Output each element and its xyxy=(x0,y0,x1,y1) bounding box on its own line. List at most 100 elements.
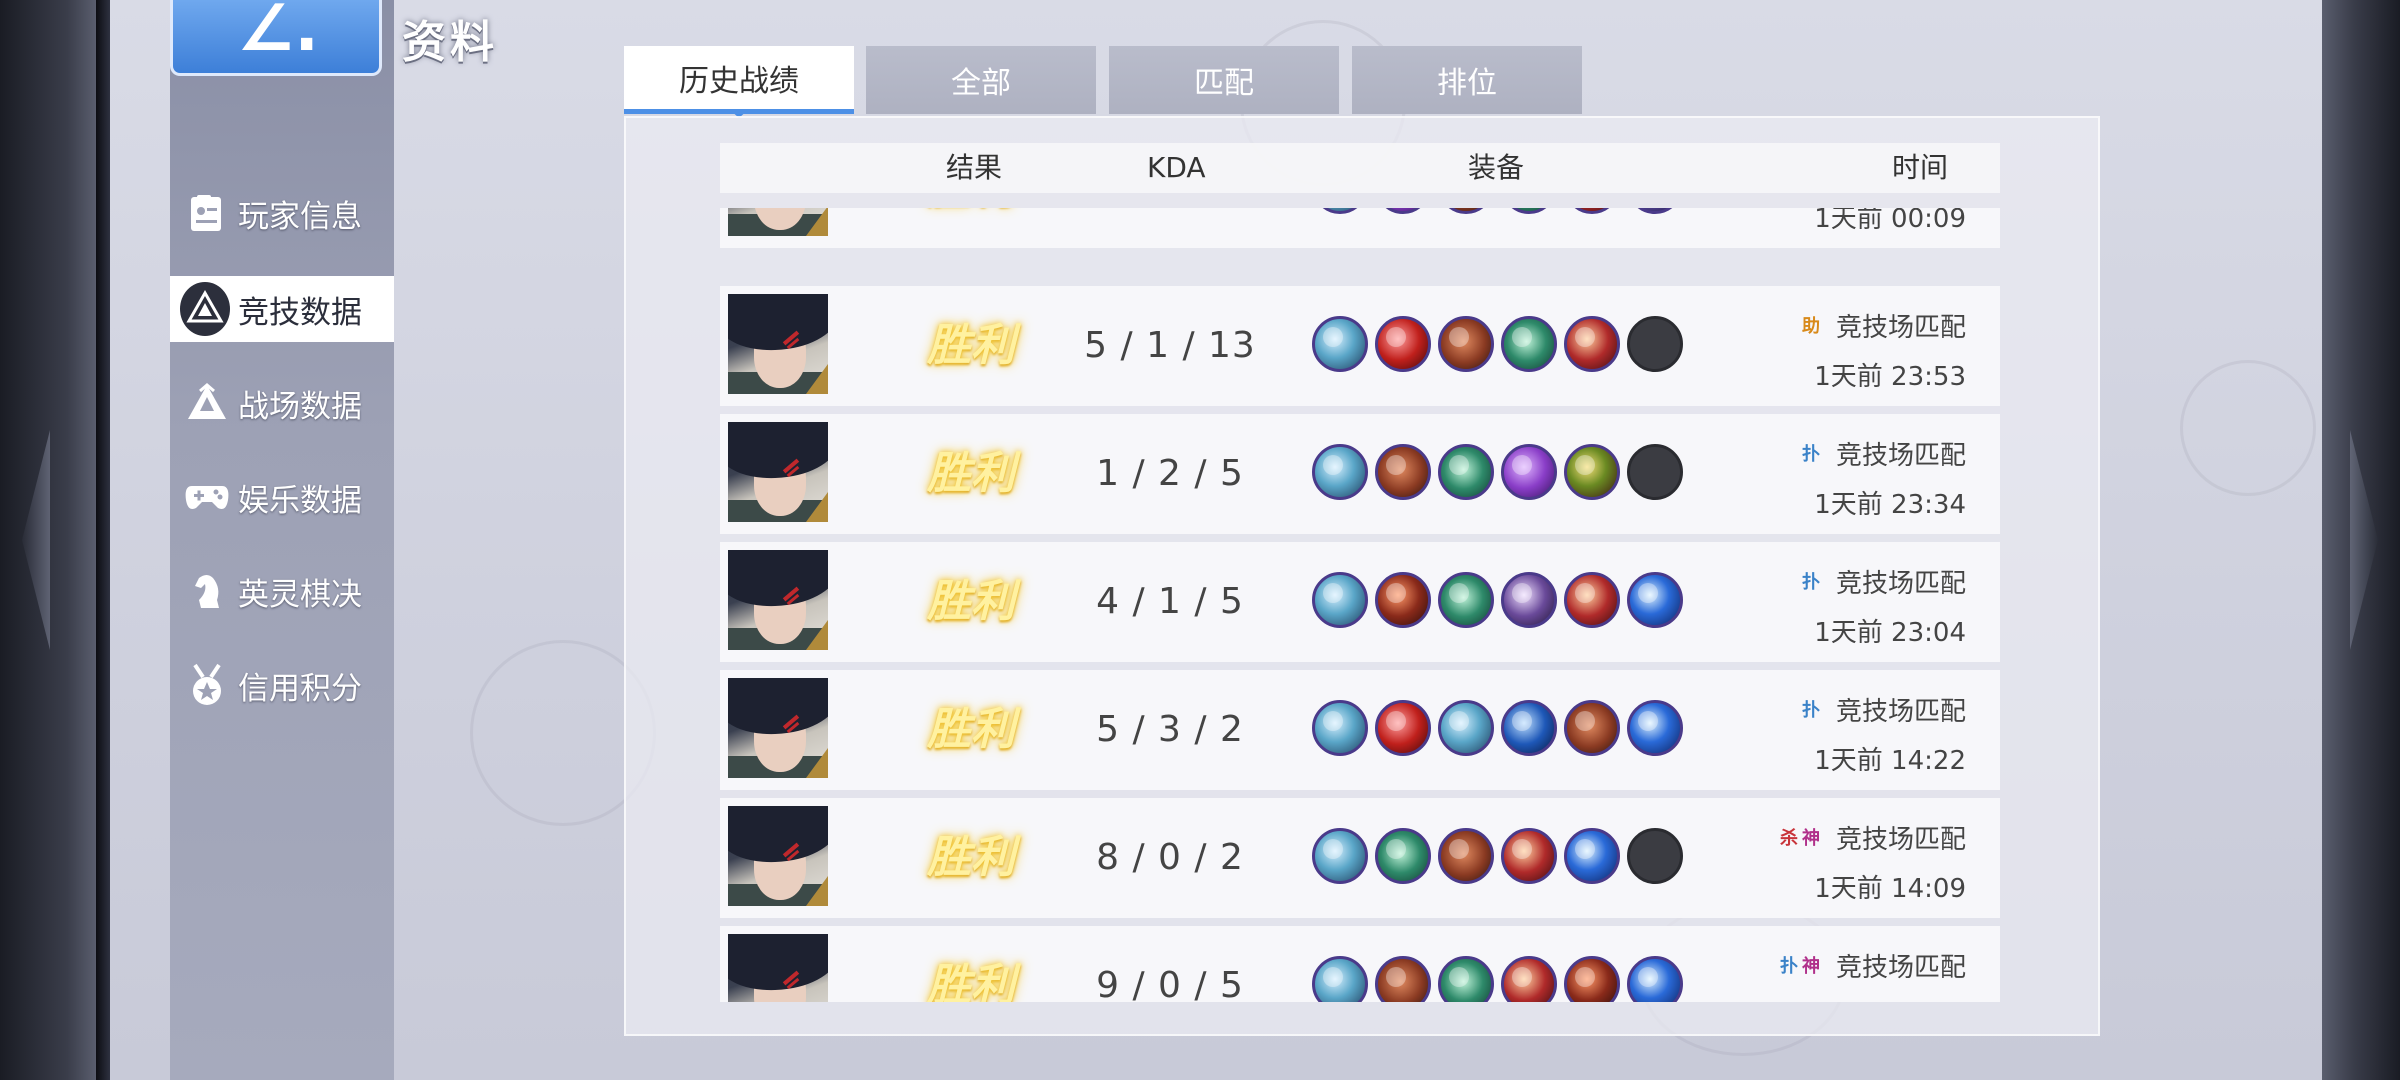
ice-blade-icon[interactable] xyxy=(1312,208,1368,214)
table-row[interactable]: MVP胜利12 / 1 / 71天前 00:09 xyxy=(720,208,2000,248)
table-row[interactable]: 胜利 5 / 3 / 2 扑竞技场匹配 1天前 14:22 xyxy=(720,670,2000,790)
green-ring-icon[interactable] xyxy=(1438,572,1494,628)
page-title: 资料 xyxy=(402,17,498,68)
column-header-kda: KDA xyxy=(1147,151,1206,184)
match-list[interactable]: MVP胜利12 / 1 / 71天前 00:09 胜利 5 / 1 / 13 助竞技场… xyxy=(720,208,2000,1002)
tab-all[interactable]: 全部 xyxy=(866,46,1096,114)
sidebar-item-battlefield-data[interactable]: 战场数据 xyxy=(170,370,394,436)
match-mode-line: 扑竞技场匹配 xyxy=(1798,438,1966,471)
green-ring-icon[interactable] xyxy=(1438,444,1494,500)
ice-blade-icon[interactable] xyxy=(1312,956,1368,1002)
table-header: 结果 KDA 装备 时间 xyxy=(720,143,2000,193)
steak-icon[interactable] xyxy=(1438,316,1494,372)
blue-claw-icon[interactable] xyxy=(1627,956,1683,1002)
match-mode: 竞技场匹配 xyxy=(1835,952,1966,983)
red-blade-icon[interactable] xyxy=(1501,956,1557,1002)
blue-claw-icon[interactable] xyxy=(1627,700,1683,756)
violet-gauntlet-icon[interactable] xyxy=(1501,572,1557,628)
green-ring-icon[interactable] xyxy=(1438,956,1494,1002)
match-mode-line: 扑竞技场匹配 xyxy=(1798,694,1966,727)
steak-icon[interactable] xyxy=(1375,444,1431,500)
tab-history[interactable]: 历史战绩 xyxy=(624,46,854,118)
ice-blade-icon[interactable] xyxy=(1312,700,1368,756)
battlefield-data-icon xyxy=(184,380,230,426)
match-time: 1天前 14:09 xyxy=(1814,874,1966,904)
red-crystal-icon[interactable] xyxy=(1375,700,1431,756)
match-time: 1天前 23:53 xyxy=(1814,362,1966,392)
hero-avatar xyxy=(728,806,828,906)
gold-staff-icon[interactable] xyxy=(1564,444,1620,500)
equipment-list xyxy=(1312,828,1690,888)
table-row[interactable]: 胜利 1 / 2 / 5 扑竞技场匹配 1天前 23:34 xyxy=(720,414,2000,534)
sidebar-item-entertainment-data[interactable]: 娱乐数据 xyxy=(170,464,394,530)
match-time: 1天前 13:53 xyxy=(1814,996,1966,1002)
empty-slot-icon[interactable] xyxy=(1627,444,1683,500)
blue-claw-icon[interactable] xyxy=(1627,572,1683,628)
right-frame xyxy=(2322,0,2400,1080)
sidebar-item-label: 玩家信息 xyxy=(238,198,362,235)
equipment-list xyxy=(1312,208,1690,218)
achievement-tag: 扑 xyxy=(1779,956,1798,977)
match-time: 1天前 00:09 xyxy=(1814,208,1966,234)
violet-armor-icon[interactable] xyxy=(1627,208,1683,214)
achievement-tag: 扑 xyxy=(1801,572,1820,593)
hero-avatar xyxy=(728,208,828,236)
hero-avatar xyxy=(728,678,828,778)
ice-blade-icon[interactable] xyxy=(1438,700,1494,756)
game-profile-screen: { "header": { "page_title": "资料", "logo_… xyxy=(0,0,2400,1080)
ice-blade-icon[interactable] xyxy=(1312,572,1368,628)
purple-orb-icon[interactable] xyxy=(1375,208,1431,214)
purple-orb-icon[interactable] xyxy=(1501,444,1557,500)
empty-slot-icon[interactable] xyxy=(1627,828,1683,884)
red-blade-icon[interactable] xyxy=(1564,208,1620,214)
red-blade-icon[interactable] xyxy=(1564,316,1620,372)
empty-slot-icon[interactable] xyxy=(1627,316,1683,372)
column-header-result: 结果 xyxy=(946,151,1003,184)
red-scythe-icon[interactable] xyxy=(1564,956,1620,1002)
match-mode-line: 扑神竞技场匹配 xyxy=(1776,950,1966,983)
sidebar-item-label: 信用积分 xyxy=(238,670,362,707)
tab-match[interactable]: 匹配 xyxy=(1109,46,1339,114)
kda-value: 5 / 1 / 13 xyxy=(1084,325,1256,366)
blue-claw-icon[interactable] xyxy=(1564,828,1620,884)
red-blade-icon[interactable] xyxy=(1501,828,1557,884)
steak-icon[interactable] xyxy=(1438,828,1494,884)
table-row[interactable]: 胜利 8 / 0 / 2 杀神竞技场匹配 1天前 14:09 xyxy=(720,798,2000,918)
sidebar-item-credit[interactable]: 信用积分 xyxy=(170,652,394,718)
game-logo-badge: ∠. xyxy=(170,0,382,76)
chess-knight-icon xyxy=(184,568,230,614)
match-mode: 竞技场匹配 xyxy=(1835,696,1966,727)
kda-value: 8 / 0 / 2 xyxy=(1096,837,1244,878)
green-ring-icon[interactable] xyxy=(1375,828,1431,884)
steak-icon[interactable] xyxy=(1564,700,1620,756)
table-row[interactable]: 胜利 4 / 1 / 5 扑竞技场匹配 1天前 23:04 xyxy=(720,542,2000,662)
table-row[interactable]: 胜利 5 / 1 / 13 助竞技场匹配 1天前 23:53 xyxy=(720,286,2000,406)
table-row[interactable]: 胜利 9 / 0 / 5 扑神竞技场匹配 1天前 13:53 xyxy=(720,926,2000,1002)
kda-value: 1 / 2 / 5 xyxy=(1096,453,1244,494)
sidebar-item-chess[interactable]: 英灵棋决 xyxy=(170,558,394,624)
green-ring-icon[interactable] xyxy=(1501,316,1557,372)
equipment-list xyxy=(1312,956,1690,1002)
equipment-list xyxy=(1312,572,1690,632)
green-ring-icon[interactable] xyxy=(1501,208,1557,214)
tab-ranked[interactable]: 排位 xyxy=(1352,46,1582,114)
red-blade-icon[interactable] xyxy=(1564,572,1620,628)
ice-blade-icon[interactable] xyxy=(1312,316,1368,372)
ice-blade-icon[interactable] xyxy=(1312,444,1368,500)
left-frame-edge xyxy=(96,0,110,1080)
match-result: 胜利 xyxy=(927,320,1015,371)
background-doodle xyxy=(2180,360,2316,496)
sidebar-item-label: 战场数据 xyxy=(238,388,362,425)
red-crystal-icon[interactable] xyxy=(1375,316,1431,372)
red-scythe-icon[interactable] xyxy=(1375,572,1431,628)
sidebar-item-player-info[interactable]: 玩家信息 xyxy=(170,180,394,246)
match-mode-line: 助竞技场匹配 xyxy=(1798,310,1966,343)
match-mode: 竞技场匹配 xyxy=(1835,824,1966,855)
steak-icon[interactable] xyxy=(1438,208,1494,214)
blue-sword-icon[interactable] xyxy=(1501,700,1557,756)
column-header-equipment: 装备 xyxy=(1468,151,1525,184)
ice-blade-icon[interactable] xyxy=(1312,828,1368,884)
kda-value: 4 / 1 / 5 xyxy=(1096,581,1244,622)
sidebar-item-competitive-data[interactable]: 竞技数据 xyxy=(170,276,394,342)
steak-icon[interactable] xyxy=(1375,956,1431,1002)
